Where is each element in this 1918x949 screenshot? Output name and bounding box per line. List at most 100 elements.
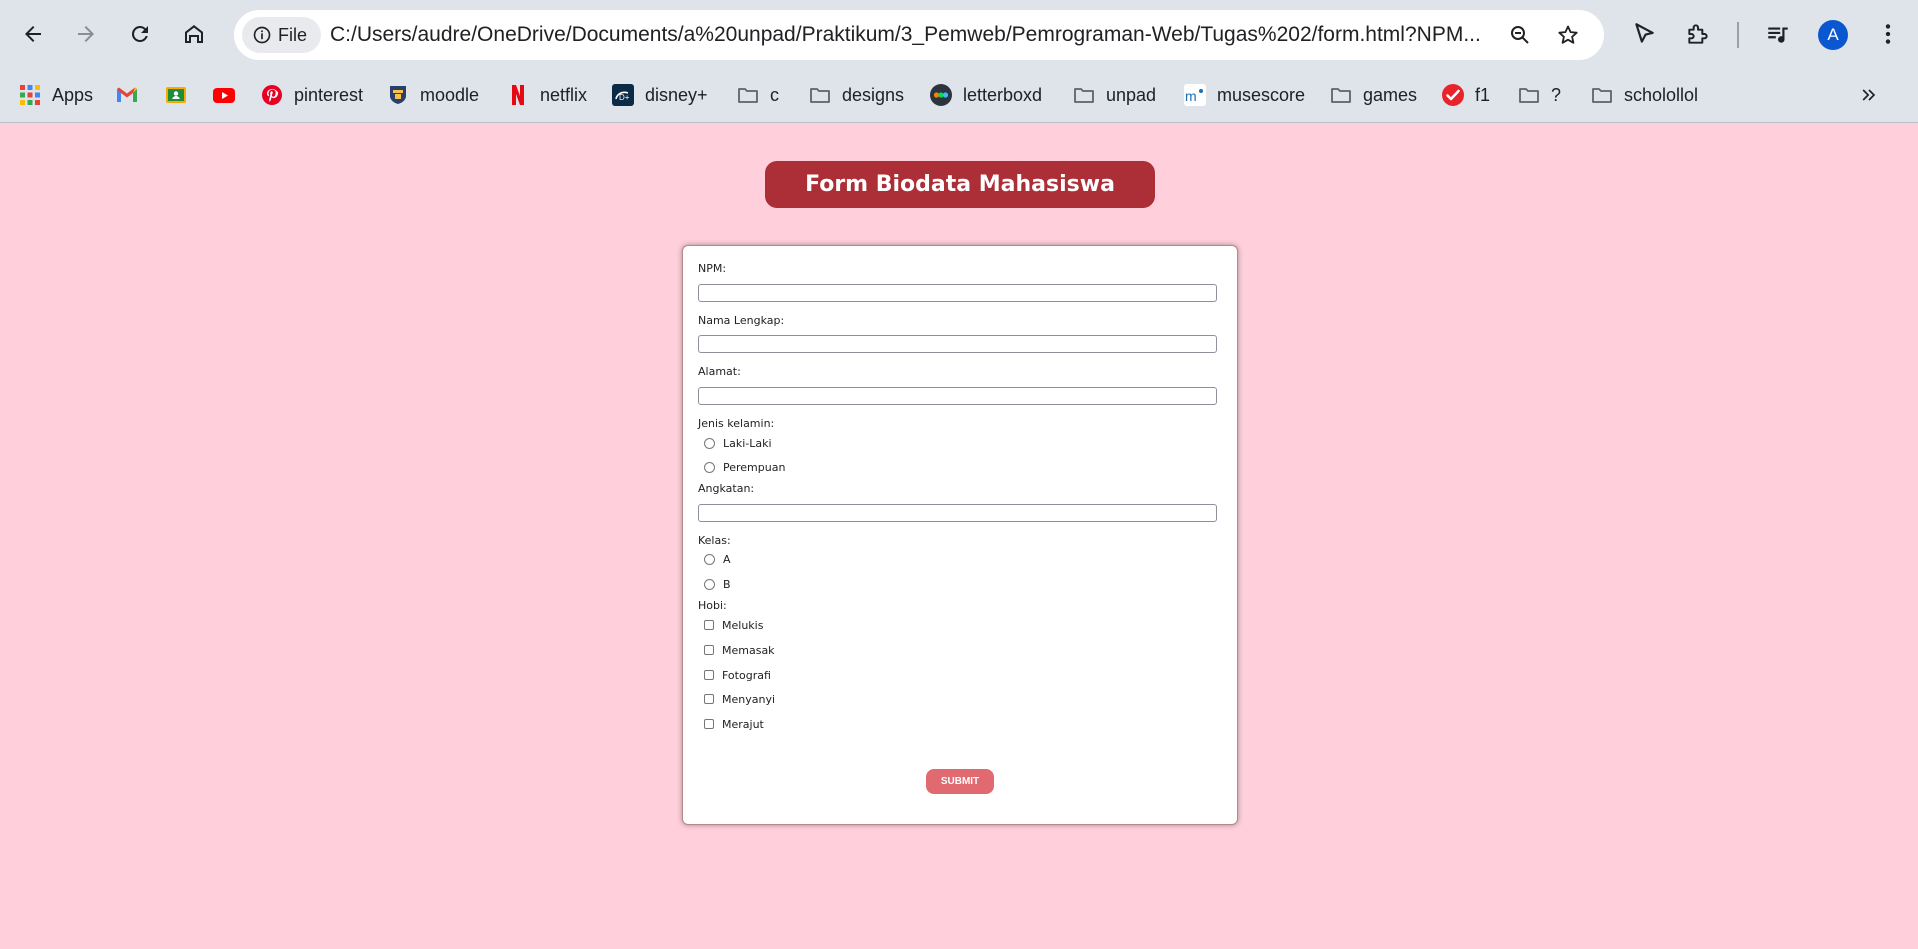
radio-button[interactable] xyxy=(704,553,715,565)
bookmark-disney[interactable]: D+ disney+ xyxy=(611,80,708,110)
checkbox[interactable] xyxy=(704,719,714,729)
address-bar[interactable]: File C:/Users/audre/OneDrive/Documents/a… xyxy=(234,10,1604,60)
back-button[interactable] xyxy=(13,14,53,54)
extensions-button[interactable] xyxy=(1678,14,1718,54)
checkbox[interactable] xyxy=(704,620,714,630)
alamat-input[interactable] xyxy=(698,387,1217,405)
option-label: Fotografi xyxy=(722,668,771,682)
bookmark-classroom[interactable] xyxy=(164,80,188,110)
bookmark-label: ? xyxy=(1551,84,1562,105)
alamat-label: Alamat: xyxy=(698,365,741,378)
hobi-option-melukis[interactable]: Melukis xyxy=(704,617,763,633)
f1-check-icon xyxy=(1441,83,1465,107)
npm-input[interactable] xyxy=(698,284,1217,302)
radio-button[interactable] xyxy=(704,578,715,590)
radio-button[interactable] xyxy=(704,461,715,473)
bookmark-label: musescore xyxy=(1217,84,1306,105)
moodle-icon xyxy=(386,83,410,107)
info-icon xyxy=(253,26,271,44)
biodata-form: NPM: Nama Lengkap: Alamat: Jenis kelamin… xyxy=(682,245,1238,825)
profile-avatar[interactable]: A xyxy=(1818,20,1848,50)
bookmark-musescore[interactable]: m musescore xyxy=(1183,80,1305,110)
bookmark-folder-c[interactable]: c xyxy=(736,80,779,110)
browser-menu-button[interactable] xyxy=(1868,14,1908,54)
queue-music-icon xyxy=(1768,27,1788,43)
nama-lengkap-input[interactable] xyxy=(698,335,1217,353)
bookmark-label: Apps xyxy=(52,84,94,105)
option-label: Merajut xyxy=(722,717,764,731)
kebab-menu-icon xyxy=(1885,24,1891,44)
checkbox[interactable] xyxy=(704,645,714,655)
gender-option-perempuan[interactable]: Perempuan xyxy=(704,459,785,475)
folder-icon xyxy=(1517,83,1541,107)
musescore-icon: m xyxy=(1183,83,1207,107)
bookmark-label: f1 xyxy=(1475,84,1491,105)
svg-text:m: m xyxy=(1185,88,1197,104)
bookmark-label: netflix xyxy=(540,84,588,105)
url-text[interactable]: C:/Users/audre/OneDrive/Documents/a%20un… xyxy=(330,23,1510,47)
bookmark-folder-question[interactable]: ? xyxy=(1517,80,1561,110)
reload-button[interactable] xyxy=(120,14,160,54)
option-label: A xyxy=(723,552,731,566)
bookmark-apps[interactable]: Apps xyxy=(18,80,93,110)
checkbox[interactable] xyxy=(704,670,714,680)
home-button[interactable] xyxy=(174,14,214,54)
bookmark-youtube[interactable] xyxy=(212,80,236,110)
bookmark-label: games xyxy=(1363,84,1418,105)
letterboxd-icon xyxy=(929,83,953,107)
folder-icon xyxy=(808,83,832,107)
kelas-option-b[interactable]: B xyxy=(704,576,731,592)
reload-icon xyxy=(131,25,148,42)
folder-icon xyxy=(736,83,760,107)
npm-label: NPM: xyxy=(698,262,727,275)
forward-button[interactable] xyxy=(66,14,106,54)
kelas-label: Kelas: xyxy=(698,534,731,547)
submit-button[interactable]: SUBMIT xyxy=(926,769,994,794)
chevron-double-right-icon xyxy=(1862,89,1876,101)
hobi-option-memasak[interactable]: Memasak xyxy=(704,642,775,658)
option-label: Laki-Laki xyxy=(723,436,772,450)
angkatan-label: Angkatan: xyxy=(698,482,755,495)
google-classroom-icon xyxy=(164,83,188,107)
bookmark-letterboxd[interactable]: letterboxd xyxy=(929,80,1042,110)
home-icon xyxy=(185,25,203,43)
bookmark-netflix[interactable]: netflix xyxy=(506,80,587,110)
angkatan-input[interactable] xyxy=(698,504,1217,522)
hobi-option-merajut[interactable]: Merajut xyxy=(704,716,764,732)
bookmark-folder-unpad[interactable]: unpad xyxy=(1072,80,1156,110)
bookmark-folder-designs[interactable]: designs xyxy=(808,80,904,110)
bookmark-folder-games[interactable]: games xyxy=(1329,80,1417,110)
bookmark-pinterest[interactable]: pinterest xyxy=(260,80,363,110)
bookmark-f1[interactable]: f1 xyxy=(1441,80,1490,110)
toolbar-divider xyxy=(1737,22,1739,48)
hobi-label: Hobi: xyxy=(698,599,727,612)
bookmark-label: c xyxy=(770,84,779,105)
bookmark-label: unpad xyxy=(1106,84,1157,105)
hobi-option-menyanyi[interactable]: Menyanyi xyxy=(704,691,775,707)
media-controls-button[interactable] xyxy=(1758,14,1798,54)
option-label: Menyanyi xyxy=(722,692,776,706)
option-label: B xyxy=(723,577,731,591)
option-label: Perempuan xyxy=(723,460,786,474)
zoom-button[interactable] xyxy=(1506,21,1534,49)
bookmark-label: letterboxd xyxy=(963,84,1043,105)
jenis-kelamin-label: Jenis kelamin: xyxy=(698,417,775,430)
bookmark-moodle[interactable]: moodle xyxy=(386,80,479,110)
kelas-option-a[interactable]: A xyxy=(704,551,731,567)
site-info-chip[interactable]: File xyxy=(242,17,322,53)
folder-icon xyxy=(1590,83,1614,107)
youtube-icon xyxy=(212,83,236,107)
gender-option-laki-laki[interactable]: Laki-Laki xyxy=(704,435,772,451)
bookmark-gmail[interactable] xyxy=(115,80,139,110)
checkbox[interactable] xyxy=(704,694,714,704)
bookmark-star-button[interactable] xyxy=(1554,21,1582,49)
gmail-icon xyxy=(115,83,139,107)
cursor-extension-button[interactable] xyxy=(1624,14,1664,54)
hobi-option-fotografi[interactable]: Fotografi xyxy=(704,667,771,683)
bookmarks-overflow-button[interactable] xyxy=(1854,80,1884,110)
option-label: Melukis xyxy=(722,618,764,632)
bookmark-folder-scholollol[interactable]: scholollol xyxy=(1590,80,1698,110)
radio-button[interactable] xyxy=(704,437,715,449)
bookmark-label: pinterest xyxy=(294,84,364,105)
apps-grid-icon xyxy=(18,83,42,107)
